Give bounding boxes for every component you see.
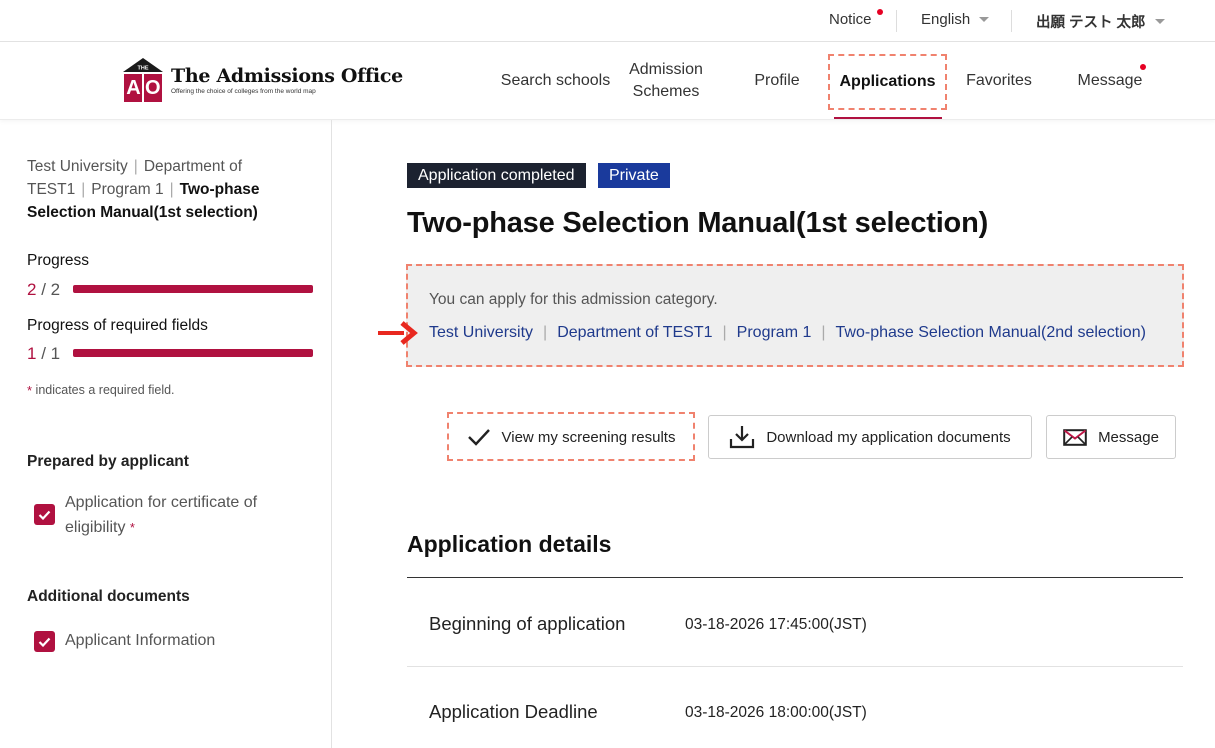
button-label: View my screening results bbox=[501, 428, 676, 446]
nav-label: Applications bbox=[839, 73, 936, 91]
language-select[interactable]: English bbox=[921, 11, 990, 28]
chevron-down-icon bbox=[979, 17, 990, 22]
required-progress-fill bbox=[73, 349, 313, 357]
progress-label: Progress bbox=[27, 252, 90, 269]
brand-tagline: Offering the choice of colleges from the… bbox=[171, 88, 316, 95]
notice-text: You can apply for this admission categor… bbox=[429, 291, 718, 308]
logo-mark-icon: THE A O bbox=[123, 58, 163, 102]
required-note: * indicates a required field. bbox=[27, 383, 175, 398]
sidebar-breadcrumb: Test University | Department of TEST1 | Prog… bbox=[27, 158, 260, 221]
progress-fill bbox=[73, 285, 313, 293]
progress-current: 2 bbox=[27, 280, 37, 299]
nav-applications[interactable]: Applications bbox=[828, 54, 947, 110]
detail-value: 03-18-2026 17:45:00(JST) bbox=[685, 616, 867, 633]
prepared-item-line: eligibility bbox=[65, 519, 126, 536]
required-progress-label: Progress of required fields bbox=[27, 317, 208, 334]
user-name: 出願 テスト 太郎 bbox=[1036, 15, 1146, 31]
nav-label: Search schools bbox=[500, 72, 611, 90]
arrow-right-icon bbox=[378, 321, 418, 350]
site-header: THE A O The Admissions Office Offering t… bbox=[0, 42, 1215, 120]
brand-title: The Admissions Office bbox=[171, 65, 403, 87]
prepared-item-line: Application for certificate of bbox=[65, 494, 258, 511]
status-badge: Application completed bbox=[407, 163, 586, 188]
visibility-badge: Private bbox=[598, 163, 670, 188]
nav-active-indicator bbox=[834, 117, 942, 119]
crumb-university: Test University bbox=[27, 158, 128, 175]
view-results-button[interactable]: View my screening results bbox=[452, 415, 690, 459]
nav-label: Message bbox=[1077, 72, 1143, 90]
section-divider bbox=[407, 577, 1183, 578]
required-total: / 1 bbox=[41, 344, 61, 363]
crumb-program: Program 1 bbox=[91, 181, 164, 198]
notice-link[interactable]: Notice bbox=[829, 11, 872, 28]
sidebar: Test University | Department of TEST1 | Prog… bbox=[0, 120, 332, 748]
required-star: * bbox=[129, 520, 135, 535]
notice-link-department[interactable]: Department of TEST1 bbox=[557, 324, 712, 342]
check-icon bbox=[34, 631, 55, 652]
envelope-icon bbox=[1063, 428, 1087, 446]
detail-label: Beginning of application bbox=[429, 613, 626, 634]
user-menu[interactable]: 出願 テスト 太郎 bbox=[1036, 11, 1165, 32]
section-title: Application details bbox=[407, 531, 612, 557]
download-documents-button[interactable]: Download my application documents bbox=[708, 415, 1032, 459]
site-logo[interactable]: THE A O The Admissions Office Offering t… bbox=[123, 58, 403, 102]
download-icon bbox=[730, 426, 755, 449]
row-divider bbox=[407, 666, 1183, 667]
chevron-down-icon bbox=[1154, 19, 1165, 24]
required-progress-bar bbox=[73, 349, 313, 357]
button-label: Message bbox=[1098, 428, 1159, 446]
nav-label: Profile bbox=[754, 72, 800, 90]
notice-unread-dot bbox=[877, 9, 883, 15]
button-label: Download my application documents bbox=[766, 428, 1011, 446]
additional-heading: Additional documents bbox=[27, 588, 190, 605]
utility-bar: Notice English 出願 テスト 太郎 bbox=[0, 0, 1215, 42]
message-button[interactable]: Message bbox=[1046, 415, 1176, 459]
nav-favorites[interactable]: Favorites bbox=[958, 42, 1040, 120]
detail-value: 03-18-2026 18:00:00(JST) bbox=[685, 704, 867, 721]
required-current: 1 bbox=[27, 344, 37, 363]
notice-label: Notice bbox=[829, 11, 872, 28]
nav-label: Schemes bbox=[632, 83, 700, 100]
prepared-heading: Prepared by applicant bbox=[27, 453, 189, 470]
notice-link-program[interactable]: Program 1 bbox=[737, 324, 812, 342]
notice-link-selection[interactable]: Two-phase Selection Manual(2nd selection… bbox=[836, 324, 1146, 342]
progress-bar bbox=[73, 285, 313, 293]
logo-mark-small: THE bbox=[138, 66, 149, 72]
required-star: * bbox=[27, 383, 33, 398]
nav-admission-schemes[interactable]: Admission Schemes bbox=[618, 42, 714, 120]
divider bbox=[1011, 10, 1012, 32]
additional-item-applicant-info[interactable]: Applicant Information bbox=[65, 628, 215, 653]
required-progress-count: 1 / 1 bbox=[27, 344, 60, 364]
notice-breadcrumb: Test University | Department of TEST1 | Pr… bbox=[429, 324, 1146, 342]
nav-label: Favorites bbox=[966, 72, 1032, 90]
checkmark-icon bbox=[467, 429, 490, 446]
page-title: Two-phase Selection Manual(1st selection… bbox=[407, 207, 989, 239]
divider bbox=[896, 10, 897, 32]
nav-message[interactable]: Message bbox=[1070, 42, 1150, 120]
detail-label: Application Deadline bbox=[429, 701, 598, 722]
notice-link-university[interactable]: Test University bbox=[429, 324, 533, 342]
apply-notice: You can apply for this admission categor… bbox=[406, 264, 1184, 367]
message-unread-dot bbox=[1140, 64, 1146, 70]
required-note-text: indicates a required field. bbox=[35, 383, 175, 397]
progress-total: / 2 bbox=[41, 280, 61, 299]
nav-search-schools[interactable]: Search schools bbox=[498, 42, 613, 120]
nav-profile[interactable]: Profile bbox=[740, 42, 814, 120]
prepared-item-certificate[interactable]: Application for certificate of eligibili… bbox=[65, 490, 257, 540]
language-label: English bbox=[921, 11, 971, 28]
check-icon bbox=[34, 504, 55, 525]
nav-label: Admission bbox=[629, 61, 703, 79]
progress-count: 2 / 2 bbox=[27, 280, 60, 300]
